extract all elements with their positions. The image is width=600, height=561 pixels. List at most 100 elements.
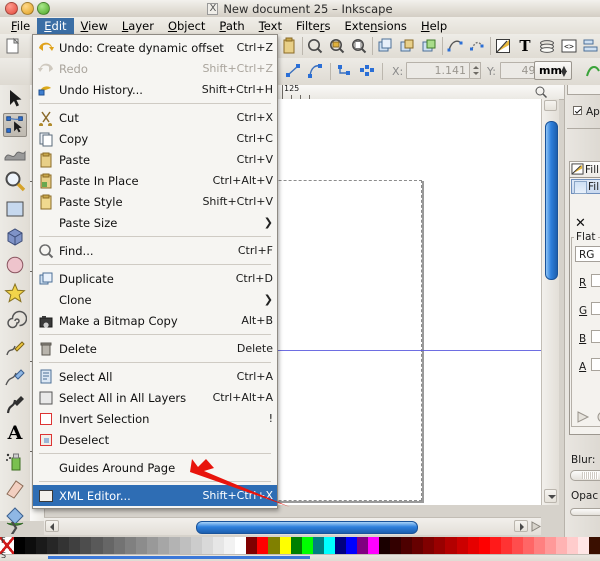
node-editor-tool[interactable] [3, 113, 27, 137]
palette-swatch[interactable] [179, 537, 191, 554]
scroll-down-button[interactable] [544, 489, 557, 503]
menu-help[interactable]: Help [414, 18, 454, 34]
palette-swatch[interactable] [146, 537, 158, 554]
unit-selector[interactable]: mm ▲ ▼ [534, 61, 572, 80]
palette-swatch[interactable] [379, 537, 391, 554]
blur-slider[interactable] [570, 470, 600, 481]
palette-swatch[interactable] [235, 537, 247, 554]
palette-swatch[interactable] [301, 537, 313, 554]
close-icon[interactable]: ✕ [575, 216, 586, 231]
palette-swatch[interactable] [25, 537, 37, 554]
palette-swatch[interactable] [323, 537, 335, 554]
palette-swatch[interactable] [434, 537, 446, 554]
palette-swatch[interactable] [157, 537, 169, 554]
horizontal-scroll-thumb[interactable] [196, 521, 418, 534]
menu-file[interactable]: File [4, 18, 37, 34]
menu-item-cut[interactable]: Cut Ctrl+X [33, 107, 277, 128]
object-to-path-icon[interactable] [446, 37, 464, 55]
eraser-tool[interactable] [3, 477, 27, 501]
palette-swatch[interactable] [14, 537, 26, 554]
menu-item-select-all[interactable]: Select All Ctrl+A [33, 366, 277, 387]
zoom-drawing-icon[interactable] [328, 37, 346, 55]
stroke-to-path-icon[interactable] [468, 37, 486, 55]
palette-swatch[interactable] [91, 537, 103, 554]
palette-swatches[interactable] [14, 537, 600, 554]
palette-swatch[interactable] [135, 537, 147, 554]
stop-button-icon[interactable] [595, 410, 600, 424]
opacity-slider[interactable] [570, 508, 600, 516]
menu-item-paste-in-place[interactable]: Paste In Place Ctrl+Alt+V [33, 170, 277, 191]
menu-item-invert-selection[interactable]: Invert Selection! [33, 408, 277, 429]
menu-item-find[interactable]: Find... Ctrl+F [33, 240, 277, 261]
spiral-tool[interactable] [3, 309, 27, 333]
menu-item-undo-history[interactable]: Undo History... Shift+Ctrl+H [33, 79, 277, 100]
text-tool[interactable]: A [3, 421, 27, 445]
selector-tool[interactable] [3, 87, 27, 111]
palette-swatch[interactable] [290, 537, 302, 554]
palette-swatch[interactable] [489, 537, 501, 554]
menu-item-make-a-bitmap-copy[interactable]: Make a Bitmap Copy Alt+B [33, 310, 277, 331]
align-icon[interactable] [582, 37, 600, 55]
menu-item-xml-editor[interactable]: XML Editor... Shift+Ctrl+X [33, 485, 277, 506]
menu-item-copy[interactable]: Copy Ctrl+C [33, 128, 277, 149]
horizontal-scrollbar[interactable] [44, 517, 542, 535]
palette-swatch[interactable] [467, 537, 479, 554]
palette-swatch[interactable] [545, 537, 557, 554]
palette-swatch[interactable] [500, 537, 512, 554]
palette-swatch[interactable] [390, 537, 402, 554]
green-channel-slider[interactable] [591, 302, 600, 315]
sticky-zoom-icon[interactable] [530, 520, 542, 533]
play-button-icon[interactable] [575, 410, 591, 424]
ruler-zoom-icon[interactable] [534, 85, 548, 99]
palette-swatch[interactable] [368, 537, 380, 554]
palette-swatch[interactable] [445, 537, 457, 554]
palette-swatch[interactable] [191, 537, 203, 554]
palette-swatch[interactable] [168, 537, 180, 554]
menu-object[interactable]: Object [161, 18, 212, 34]
palette-swatch[interactable] [36, 537, 48, 554]
insert-node-icon[interactable] [284, 62, 302, 80]
zoom-tool[interactable] [3, 169, 27, 193]
ungroup-icon[interactable] [420, 37, 438, 55]
menu-item-deselect[interactable]: Deselect [33, 429, 277, 450]
delete-node-icon[interactable] [306, 62, 324, 80]
text-properties-icon[interactable]: T [516, 37, 534, 55]
menu-item-paste-style[interactable]: Paste Style Shift+Ctrl+V [33, 191, 277, 212]
layers-icon[interactable] [538, 37, 556, 55]
palette-swatch[interactable] [213, 537, 225, 554]
menu-item-delete[interactable]: Delete Delete [33, 338, 277, 359]
break-path-icon[interactable] [336, 62, 354, 80]
menu-path[interactable]: Path [212, 18, 251, 34]
menu-item-clone[interactable]: Clone ❯ [33, 289, 277, 310]
ellipse-tool[interactable] [3, 253, 27, 277]
palette-swatch[interactable] [124, 537, 136, 554]
palette-swatch[interactable] [69, 537, 81, 554]
palette-swatch[interactable] [356, 537, 368, 554]
scroll-right-button[interactable] [514, 520, 528, 532]
menu-extensions[interactable]: Extensions [337, 18, 413, 34]
palette-swatch[interactable] [589, 537, 600, 554]
x-spinner[interactable] [470, 62, 481, 79]
menu-view[interactable]: View [74, 18, 115, 34]
join-node-icon[interactable] [358, 62, 376, 80]
palette-swatch[interactable] [202, 537, 214, 554]
palette-swatch[interactable] [47, 537, 59, 554]
palette-swatch[interactable] [224, 537, 236, 554]
menu-item-paste[interactable]: Paste Ctrl+V [33, 149, 277, 170]
palette-swatch[interactable] [578, 537, 590, 554]
palette-swatch[interactable] [533, 537, 545, 554]
palette-swatch[interactable] [80, 537, 92, 554]
palette-swatch[interactable] [345, 537, 357, 554]
3d-box-tool[interactable] [3, 225, 27, 249]
palette-swatch[interactable] [567, 537, 579, 554]
palette-swatch[interactable] [556, 537, 568, 554]
color-palette[interactable] [0, 537, 600, 554]
vertical-scrollbar[interactable] [541, 99, 559, 505]
menu-item-guides-around-page[interactable]: Guides Around Page [33, 457, 277, 478]
calligraphy-tool[interactable] [3, 393, 27, 417]
paste-toolbar-icon[interactable] [280, 37, 298, 55]
menu-item-select-all-in-all-layers[interactable]: Select All in All Layers Ctrl+Alt+A [33, 387, 277, 408]
palette-swatch[interactable] [423, 537, 435, 554]
toolbox-expander-chevron-icon[interactable]: ❯ [2, 519, 26, 535]
palette-swatch[interactable] [478, 537, 490, 554]
